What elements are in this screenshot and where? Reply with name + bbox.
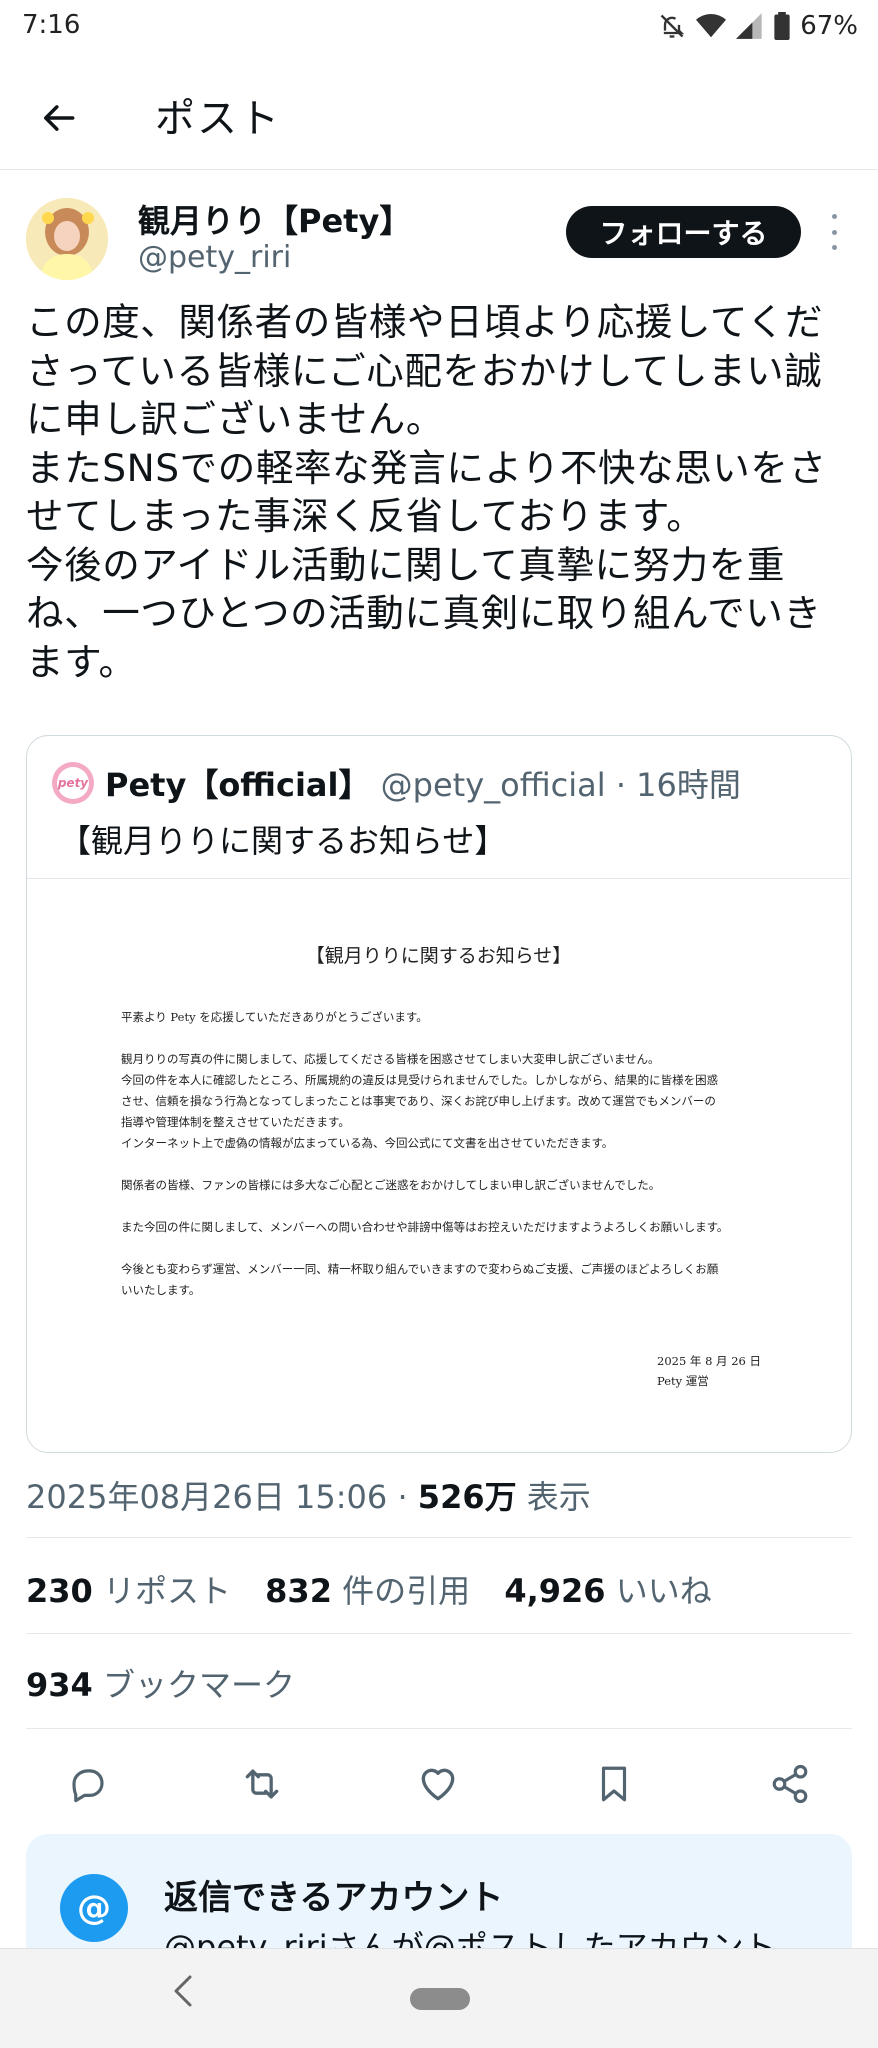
document-line: 観月りりの写真の件に関しまして、応援してくださる皆様を困惑させてしまい大変申し訳… xyxy=(121,1052,660,1066)
quote-separator: · xyxy=(615,766,626,804)
status-bar: 7:16 67% xyxy=(0,0,878,52)
bookmarks-label: ブックマーク xyxy=(102,1666,295,1704)
document-line: 今回の件を本人に確認したところ、所属規約の違反は見受けられませんでした。しかしな… xyxy=(121,1073,719,1087)
document-line: インターネット上で虚偽の情報が広まっている為、今回公式にて文書を出させていただき… xyxy=(121,1136,614,1150)
author-handle[interactable]: @pety_riri xyxy=(138,240,291,275)
post-timestamp[interactable]: 2025年08月26日 15:06 xyxy=(26,1478,387,1516)
nav-back-icon[interactable] xyxy=(168,1971,198,2011)
bookmark-icon xyxy=(601,1766,627,1802)
post-meta: 2025年08月26日 15:06 · 526万 表示 xyxy=(26,1472,591,1518)
reply-banner-title: 返信できるアカウント xyxy=(164,1878,504,1918)
quote-avatar[interactable]: pety xyxy=(52,762,94,804)
likes-label: いいね xyxy=(615,1572,712,1610)
like-icon xyxy=(421,1768,455,1801)
battery-percent: 67% xyxy=(800,11,858,41)
post-text: この度、関係者の皆様や日頃より応援してくださっている皆様にご心配をおかけしてしま… xyxy=(26,300,827,684)
quotes-label: 件の引用 xyxy=(342,1572,471,1610)
page-title: ポスト xyxy=(155,96,281,142)
quote-time: 16時間 xyxy=(636,766,741,804)
bookmark-button[interactable] xyxy=(590,1760,638,1808)
system-nav-bar xyxy=(0,1948,878,2048)
divider xyxy=(26,1537,852,1538)
at-sign-icon: @ xyxy=(60,1874,128,1942)
quote-meta: Pety【official】 @pety_official · 16時間 xyxy=(105,760,741,806)
repost-icon xyxy=(245,1769,279,1799)
engagement-stats: 230 リポスト 832 件の引用 4,926 いいね xyxy=(26,1566,712,1612)
quote-author-name: Pety【official】 xyxy=(105,766,371,804)
document-signature: Pety 運営 xyxy=(657,1374,709,1388)
signal-icon xyxy=(736,13,762,39)
likes-stat[interactable]: 4,926 いいね xyxy=(504,1572,711,1610)
document-footer: 2025 年 8 月 26 日 Pety 運営 xyxy=(657,1351,761,1391)
document-line: いいたします。 xyxy=(121,1283,201,1297)
document-line: 関係者の皆様、ファンの皆様には多大なご心配とご迷惑をおかけしてしまい申し訳ござい… xyxy=(121,1178,661,1192)
wifi-icon xyxy=(696,14,727,38)
author-avatar[interactable] xyxy=(26,198,108,280)
document-line: 今後とも変わらず運営、メンバー一同、精一杯取り組んでいきますので変わらぬご支援、… xyxy=(121,1262,719,1276)
quote-author-handle: @pety_official xyxy=(380,766,606,804)
nav-home-pill[interactable] xyxy=(410,1988,470,2010)
divider xyxy=(26,1728,852,1729)
status-icons: 67% xyxy=(658,8,858,44)
document-body: 平素より Pety を応援していただきありがとうございます。 観月りりの写真の件… xyxy=(121,1007,781,1301)
quote-text: 【観月りりに関するお知らせ】 xyxy=(59,822,507,860)
quote-avatar-text: pety xyxy=(57,767,89,799)
reposts-count: 230 xyxy=(26,1572,93,1610)
reply-icon xyxy=(72,1769,104,1803)
meta-separator: · xyxy=(397,1478,408,1516)
author-name[interactable]: 観月りり【Pety】 xyxy=(138,196,411,242)
quoted-post[interactable]: pety Pety【official】 @pety_official · 16時… xyxy=(26,735,852,1453)
quote-image[interactable]: 【観月りりに関するお知らせ】 平素より Pety を応援していただきありがとうご… xyxy=(27,878,850,1452)
like-button[interactable] xyxy=(414,1760,462,1808)
document-line: 平素より Pety を応援していただきありがとうございます。 xyxy=(121,1010,428,1024)
quotes-count: 832 xyxy=(265,1572,332,1610)
divider xyxy=(26,1633,852,1634)
views-label: 表示 xyxy=(526,1478,591,1516)
share-button[interactable] xyxy=(766,1760,814,1808)
follow-button[interactable]: フォローする xyxy=(566,206,801,258)
document-line: また今回の件に関しまして、メンバーへの問い合わせや誹謗中傷等はお控えいただけます… xyxy=(121,1220,729,1234)
bookmarks-count: 934 xyxy=(26,1666,93,1704)
battery-icon xyxy=(774,12,790,40)
action-bar xyxy=(26,1752,852,1812)
repost-button[interactable] xyxy=(238,1760,286,1808)
avatar-image xyxy=(26,198,108,280)
document-line: 指導や管理体制を整えさせていただきます。 xyxy=(121,1115,350,1129)
views-count[interactable]: 526万 xyxy=(418,1478,517,1516)
status-time: 7:16 xyxy=(22,10,81,40)
quotes-stat[interactable]: 832 件の引用 xyxy=(265,1572,470,1610)
bookmarks-stat[interactable]: 934 ブックマーク xyxy=(26,1660,295,1706)
arrow-left-icon xyxy=(44,105,75,131)
reply-button[interactable] xyxy=(64,1760,112,1808)
document-line: させ、信頼を損なう行為となってしまったことは事実であり、深くお詫び申し上げます。… xyxy=(121,1094,716,1108)
reposts-stat[interactable]: 230 リポスト xyxy=(26,1572,231,1610)
bell-off-icon xyxy=(660,14,685,38)
likes-count: 4,926 xyxy=(504,1572,606,1610)
reposts-label: リポスト xyxy=(102,1572,231,1610)
document-date: 2025 年 8 月 26 日 xyxy=(657,1354,761,1368)
share-icon xyxy=(772,1764,808,1804)
app-header: ポスト xyxy=(0,60,878,170)
more-options-icon[interactable] xyxy=(822,214,846,250)
document-title: 【観月りりに関するお知らせ】 xyxy=(305,945,572,967)
back-button[interactable] xyxy=(30,88,90,148)
